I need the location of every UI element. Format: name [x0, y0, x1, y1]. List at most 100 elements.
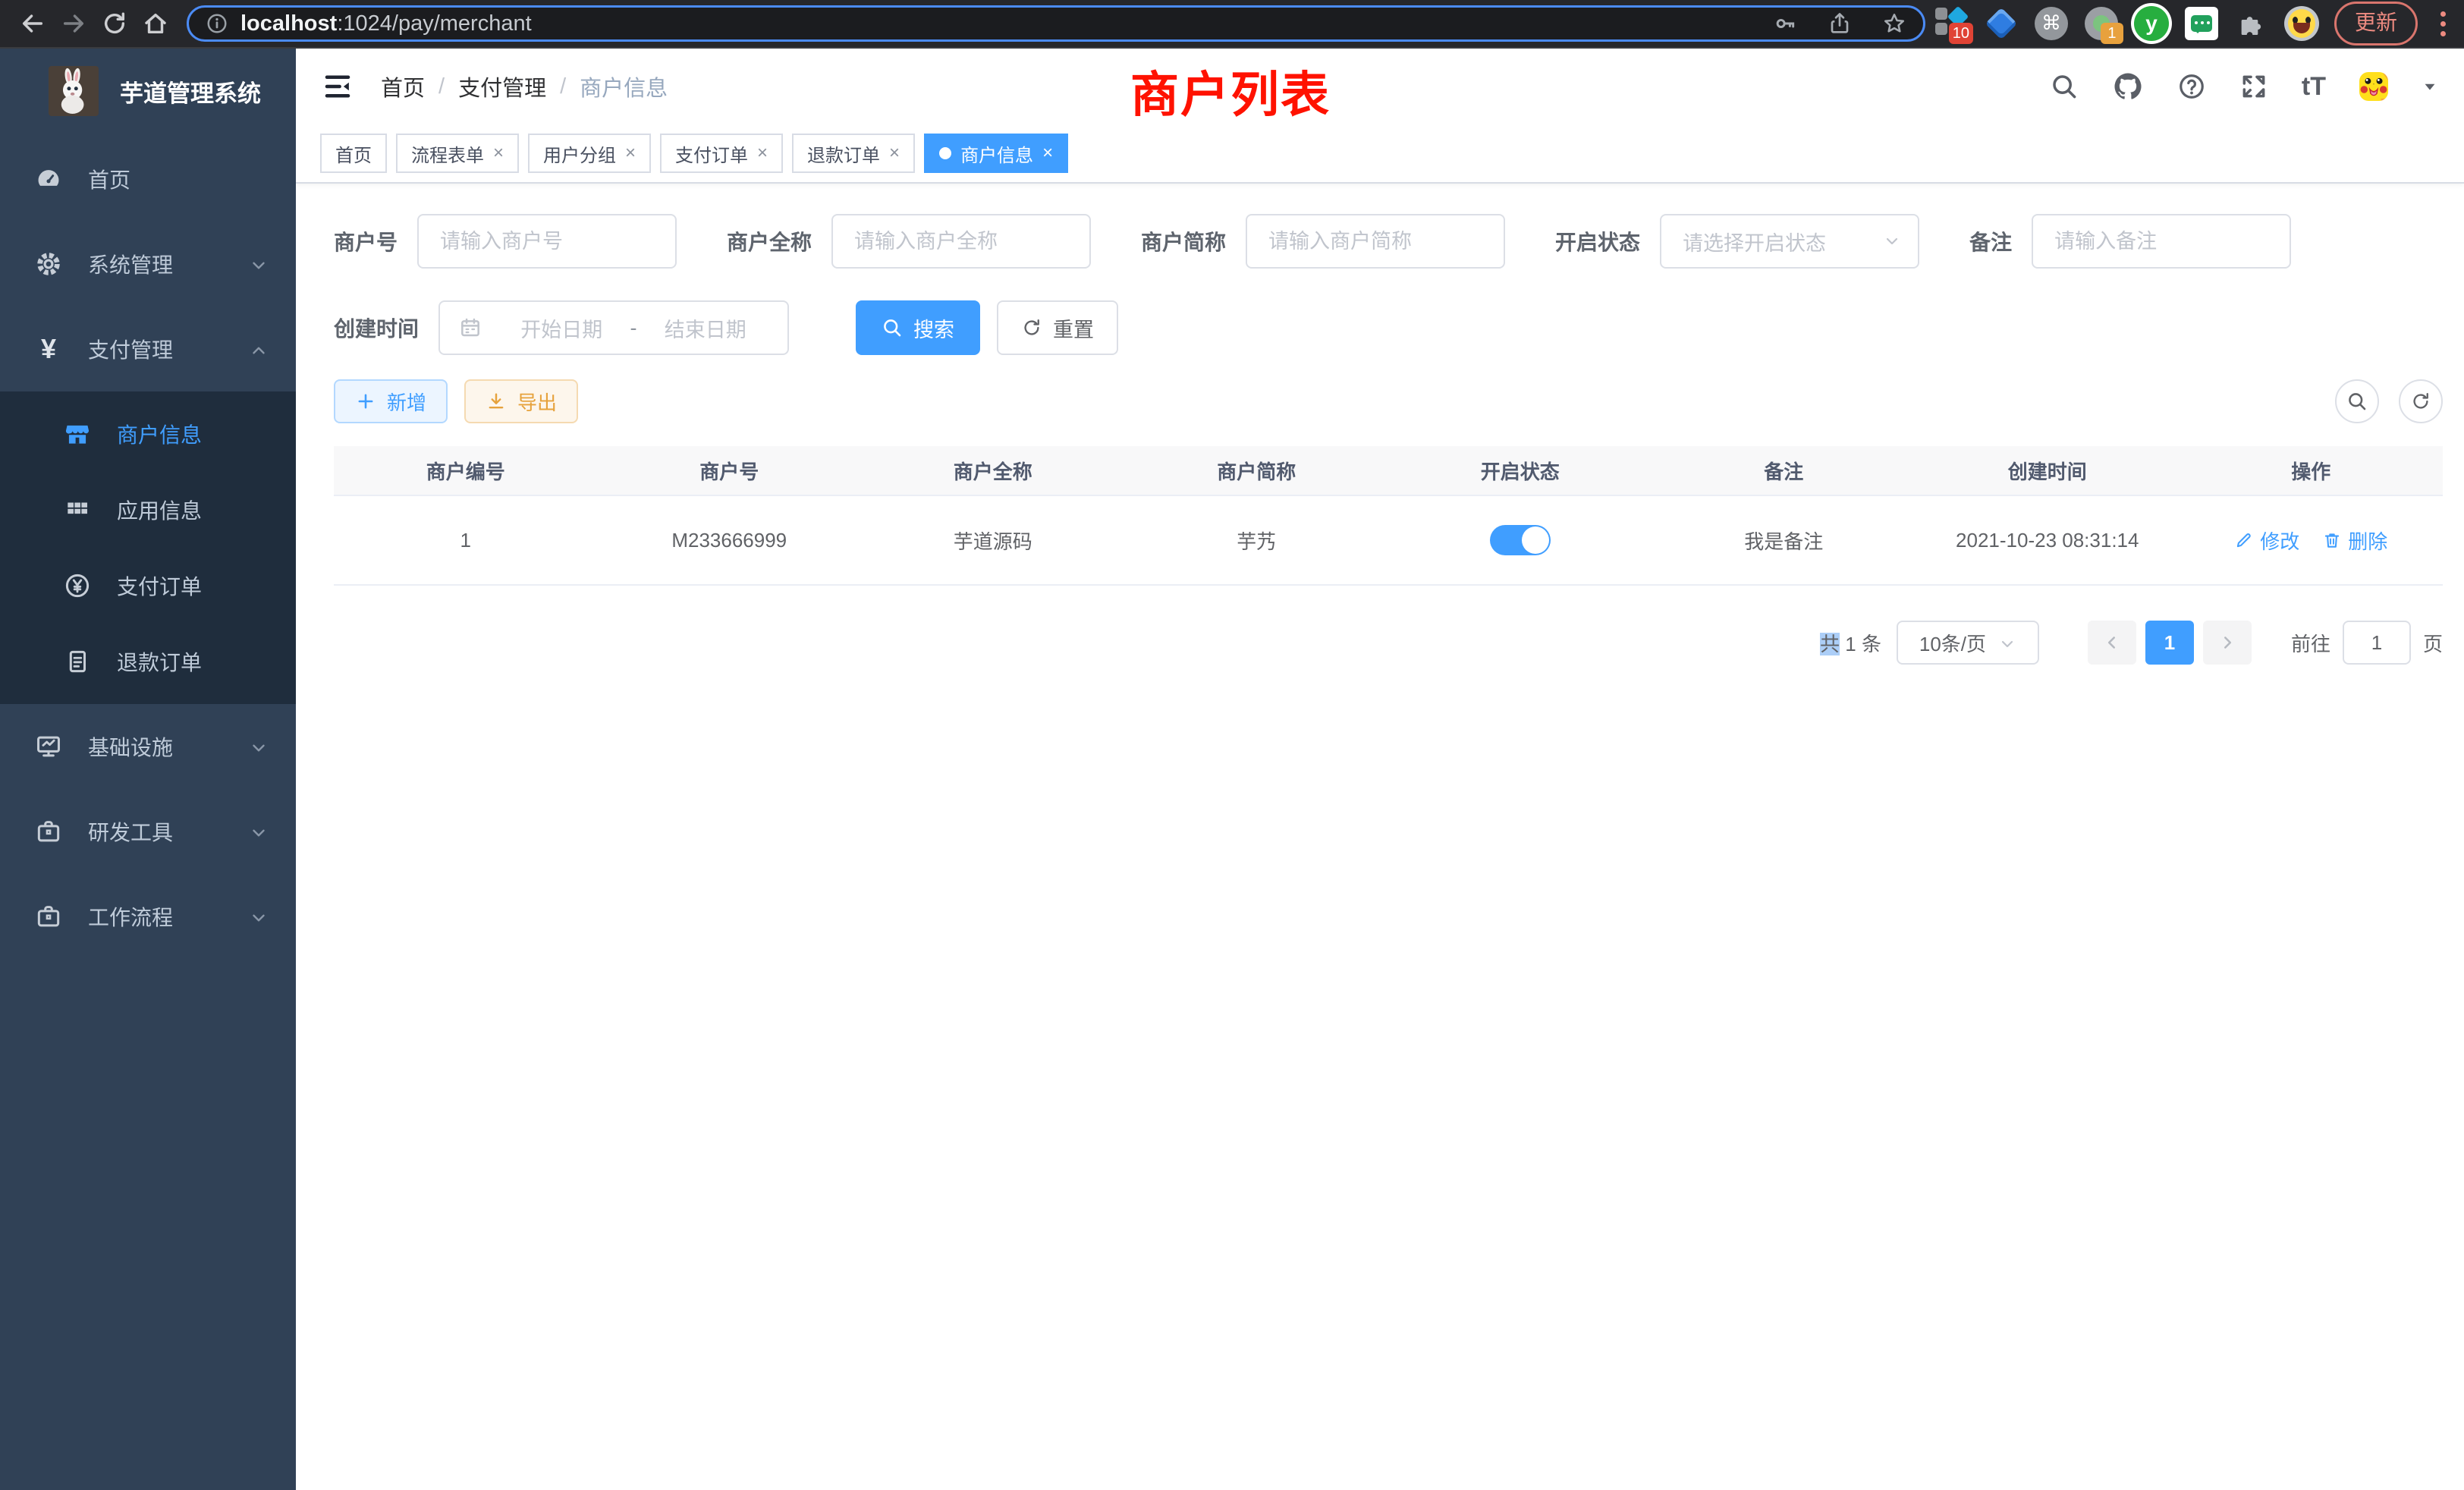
grid-icon: [61, 495, 94, 524]
sidebar-item-app-info[interactable]: 应用信息: [0, 472, 296, 548]
password-key-icon[interactable]: [1773, 11, 1797, 36]
tab-refund-order[interactable]: 退款订单×: [792, 134, 915, 173]
start-date-placeholder[interactable]: 开始日期: [498, 313, 626, 343]
sidebar-item-dev-tools[interactable]: 研发工具: [0, 789, 296, 874]
sidebar-item-payment[interactable]: ¥ 支付管理: [0, 306, 296, 391]
goto-page-input[interactable]: [2343, 621, 2411, 665]
share-icon[interactable]: [1828, 11, 1852, 36]
close-icon[interactable]: ×: [757, 143, 768, 164]
page-number-button[interactable]: 1: [2145, 621, 2194, 665]
chevron-down-icon: [1998, 631, 2016, 655]
status-dot-extension-icon[interactable]: 1: [2084, 6, 2119, 41]
gem-extension-icon[interactable]: [1984, 6, 2019, 41]
tab-process-form[interactable]: 流程表单×: [396, 134, 519, 173]
tab-pay-order[interactable]: 支付订单×: [660, 134, 783, 173]
avatar-caret-icon[interactable]: [2422, 78, 2438, 95]
filter-merchant-no: 商户号: [334, 214, 677, 269]
edit-link[interactable]: 修改: [2234, 527, 2299, 555]
total-count: 共 1 条: [1820, 629, 1881, 657]
url-text: localhost:1024/pay/merchant: [240, 11, 532, 36]
close-icon[interactable]: ×: [625, 143, 636, 164]
yudao-extension-icon[interactable]: y: [2134, 6, 2169, 41]
app-title: 芋道管理系统: [120, 74, 261, 108]
sidebar-item-workflow[interactable]: 工作流程: [0, 874, 296, 959]
chrome-update-button[interactable]: 更新: [2334, 2, 2418, 46]
add-button[interactable]: 新增: [334, 379, 448, 423]
tab-label: 首页: [335, 140, 372, 167]
field-label: 创建时间: [334, 313, 419, 343]
status-select[interactable]: 请选择开启状态: [1660, 214, 1919, 269]
close-icon[interactable]: ×: [1042, 143, 1053, 164]
export-button[interactable]: 导出: [464, 379, 578, 423]
command-extension-icon[interactable]: ⌘: [2034, 6, 2069, 41]
extensions-puzzle-icon[interactable]: [2234, 6, 2269, 41]
end-date-placeholder[interactable]: 结束日期: [642, 313, 770, 343]
fullscreen-icon[interactable]: [2239, 72, 2268, 101]
breadcrumb-payment[interactable]: 支付管理: [458, 71, 546, 102]
goto-suffix: 页: [2423, 629, 2443, 657]
filter-row-2: 创建时间 开始日期 - 结束日期 搜索 重置: [334, 300, 2443, 355]
browser-home-button[interactable]: [135, 3, 176, 44]
browser-reload-button[interactable]: [94, 3, 135, 44]
yen-circle-icon: [61, 571, 94, 600]
search-button[interactable]: 搜索: [856, 300, 980, 355]
filter-full-name: 商户全称: [727, 214, 1091, 269]
sidebar-item-pay-order[interactable]: 支付订单: [0, 548, 296, 624]
delete-link[interactable]: 删除: [2322, 527, 2387, 555]
column-header: 商户号: [598, 457, 862, 485]
help-icon[interactable]: [2177, 72, 2206, 101]
briefcase-icon: [32, 817, 65, 846]
chat-extension-icon[interactable]: [2184, 6, 2219, 41]
sidebar-item-merchant-info[interactable]: 商户信息: [0, 396, 296, 472]
remark-input[interactable]: [2032, 214, 2291, 269]
status-toggle[interactable]: [1490, 525, 1551, 555]
address-bar[interactable]: localhost:1024/pay/merchant: [187, 5, 1925, 42]
reset-button[interactable]: 重置: [997, 300, 1118, 355]
tab-home[interactable]: 首页: [320, 134, 387, 173]
close-icon[interactable]: ×: [889, 143, 900, 164]
sidebar-item-infrastructure[interactable]: 基础设施: [0, 704, 296, 789]
refresh-table-button[interactable]: [2399, 379, 2443, 423]
sidebar-item-system[interactable]: 系统管理: [0, 222, 296, 306]
page-size-select[interactable]: 10条/页: [1897, 621, 2039, 665]
gauge-icon: [32, 165, 65, 193]
sidebar-item-home[interactable]: 首页: [0, 137, 296, 222]
field-label: 商户简称: [1141, 226, 1226, 256]
command-glyph: ⌘: [2035, 7, 2068, 40]
y-letter: y: [2134, 6, 2169, 41]
github-icon[interactable]: [2112, 71, 2144, 102]
breadcrumb-separator: /: [438, 74, 445, 99]
user-avatar[interactable]: [2359, 72, 2388, 101]
refresh-icon: [2410, 391, 2431, 412]
edit-icon: [2234, 530, 2254, 550]
site-info-icon[interactable]: [206, 12, 228, 35]
tab-merchant-info[interactable]: 商户信息×: [924, 134, 1068, 173]
edit-link-label: 修改: [2260, 527, 2299, 555]
breadcrumb-home[interactable]: 首页: [381, 71, 425, 102]
sidebar-logo-row[interactable]: 芋道管理系统: [0, 49, 296, 134]
date-range-picker[interactable]: 开始日期 - 结束日期: [438, 300, 789, 355]
merchant-no-input[interactable]: [417, 214, 677, 269]
sidebar-collapse-icon[interactable]: [322, 71, 354, 102]
browser-forward-button[interactable]: [53, 3, 94, 44]
gear-icon: [32, 250, 65, 278]
font-size-icon[interactable]: tT: [2302, 72, 2326, 102]
next-page-button[interactable]: [2203, 621, 2252, 665]
tab-manager-extension-icon[interactable]: 10: [1934, 6, 1969, 41]
table-row: 1 M233666999 芋道源码 芋艿 我是备注 2021-10-23 08:…: [334, 496, 2443, 586]
short-name-input[interactable]: [1246, 214, 1505, 269]
tab-user-group[interactable]: 用户分组×: [528, 134, 651, 173]
navbar-actions: tT: [2050, 71, 2438, 102]
toggle-search-button[interactable]: [2335, 379, 2379, 423]
bookmark-star-icon[interactable]: [1882, 11, 1906, 36]
cell-create-time: 2021-10-23 08:31:14: [1916, 529, 2180, 552]
search-icon[interactable]: [2050, 72, 2079, 101]
full-name-input[interactable]: [831, 214, 1091, 269]
prev-page-button[interactable]: [2088, 621, 2136, 665]
close-icon[interactable]: ×: [493, 143, 504, 164]
profile-avatar-icon[interactable]: [2284, 6, 2319, 41]
browser-back-button[interactable]: [12, 3, 53, 44]
sidebar-item-refund-order[interactable]: 退款订单: [0, 624, 296, 699]
sidebar-item-label: 研发工具: [88, 816, 173, 847]
browser-menu-icon[interactable]: [2434, 11, 2452, 36]
